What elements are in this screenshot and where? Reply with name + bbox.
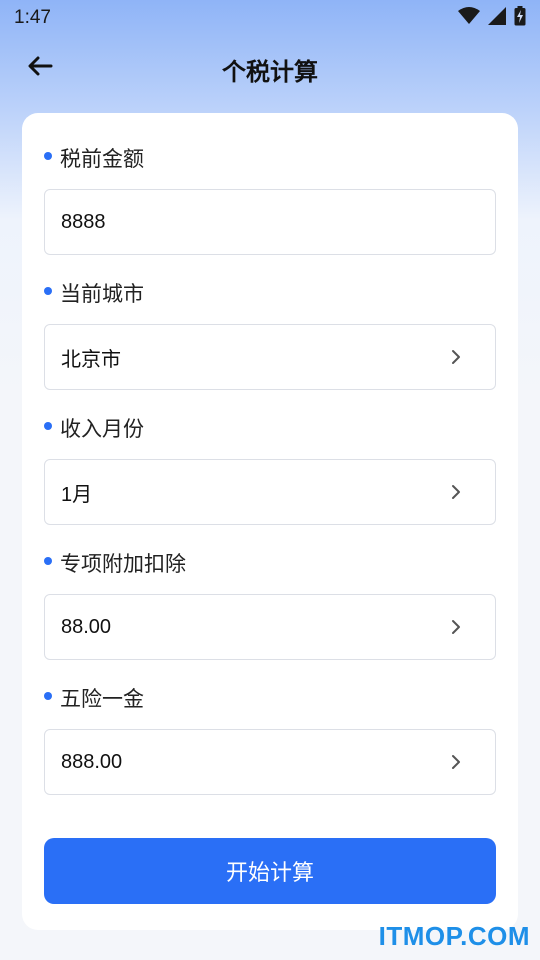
battery-charging-icon — [514, 6, 526, 30]
social-insurance-value: 888.00 — [61, 750, 123, 773]
current-city-select[interactable]: 北京市 — [44, 324, 496, 390]
field-label-income-month: 收入月份 — [44, 413, 144, 443]
special-deduction-value: 88.00 — [61, 615, 112, 638]
bullet-dot — [44, 422, 52, 430]
signal-icon — [488, 7, 506, 29]
watermark-logo: ITMOP.COM — [378, 921, 530, 951]
field-label-social-insurance: 五险一金 — [44, 683, 144, 713]
nav-bar: 个税计算 — [0, 40, 540, 96]
special-deduction-select[interactable]: 88.00 — [44, 594, 496, 660]
status-bar: 1:47 — [0, 0, 540, 36]
chevron-right-icon — [451, 484, 461, 500]
bullet-dot — [44, 557, 52, 565]
pretax-amount-input[interactable] — [61, 210, 461, 234]
pretax-amount-field[interactable] — [44, 189, 496, 255]
bullet-dot — [44, 692, 52, 700]
field-label-pretax-amount: 税前金额 — [44, 143, 144, 173]
current-city-value: 北京市 — [61, 348, 121, 371]
social-insurance-select[interactable]: 888.00 — [44, 729, 496, 795]
chevron-right-icon — [451, 349, 461, 365]
status-time: 1:47 — [14, 7, 51, 28]
start-calculation-button[interactable]: 开始计算 — [44, 838, 496, 904]
page-title: 个税计算 — [222, 58, 318, 86]
status-icons — [458, 6, 526, 30]
chevron-right-icon — [451, 754, 461, 770]
bullet-dot — [44, 152, 52, 160]
wifi-icon — [458, 7, 480, 29]
income-month-value: 1月 — [61, 483, 93, 506]
field-label-special-deduction: 专项附加扣除 — [44, 548, 186, 578]
bullet-dot — [44, 287, 52, 295]
field-label-current-city: 当前城市 — [44, 278, 144, 308]
chevron-right-icon — [451, 619, 461, 635]
income-month-select[interactable]: 1月 — [44, 459, 496, 525]
tax-form-card: 税前金额 当前城市 北京市 收入月份 1月 专项附加扣除 88.00 五险一金 — [22, 113, 518, 930]
